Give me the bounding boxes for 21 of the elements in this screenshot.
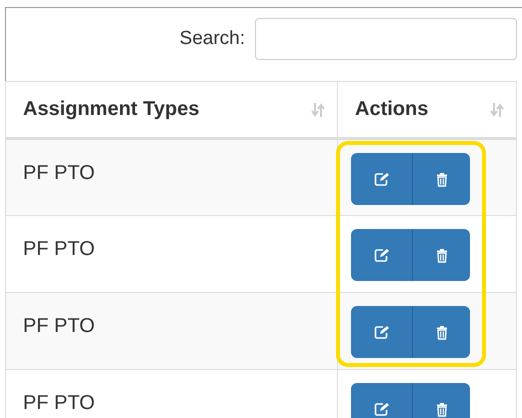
- table-cell: PF PTO: [6, 138, 338, 216]
- delete-button[interactable]: [413, 306, 470, 358]
- edit-button[interactable]: [351, 153, 413, 205]
- sort-icon: [490, 102, 504, 118]
- edit-icon: [374, 248, 390, 262]
- edit-button[interactable]: [351, 306, 413, 358]
- sort-icon: [311, 102, 325, 118]
- edit-button[interactable]: [351, 229, 413, 281]
- search-label: Search:: [180, 28, 245, 50]
- edit-icon: [374, 172, 390, 186]
- search-field[interactable]: [255, 18, 517, 60]
- table-cell: PF PTO: [6, 370, 338, 418]
- delete-button[interactable]: [413, 229, 470, 281]
- edit-icon: [374, 402, 390, 416]
- trash-icon: [436, 172, 448, 186]
- trash-icon: [436, 324, 448, 340]
- table-cell: PF PTO: [6, 292, 338, 370]
- trash-icon: [436, 248, 448, 262]
- trash-icon: [436, 402, 448, 416]
- delete-button[interactable]: [413, 153, 470, 205]
- edit-icon: [374, 325, 390, 339]
